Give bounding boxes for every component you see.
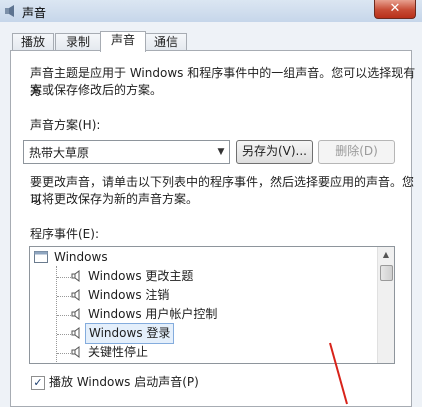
list-item-label: Windows 用户帐户控制 <box>88 307 218 321</box>
speaker-icon <box>71 327 80 339</box>
list-item-label: Windows 更改主题 <box>88 269 194 283</box>
startup-sound-label: 播放 Windows 启动声音(P) <box>49 375 199 389</box>
events-label: 程序事件(E): <box>30 227 99 241</box>
title-bar: 声音 ✕ <box>0 0 422 22</box>
startup-sound-checkbox[interactable]: ✓ <box>31 376 45 390</box>
speaker-icon <box>71 270 80 282</box>
list-item-label: Windows <box>54 250 108 264</box>
tree-branch <box>57 353 71 354</box>
speaker-app-icon <box>5 5 14 17</box>
scroll-up-arrow-icon[interactable]: ▲ <box>378 247 394 263</box>
speaker-icon <box>71 308 80 320</box>
windows-group-icon <box>34 251 48 263</box>
tree-branch <box>57 334 71 335</box>
tree-branch <box>57 296 71 297</box>
speaker-icon <box>71 289 80 301</box>
change-text-2: 以将更改保存为新的声音方案。 <box>30 192 199 206</box>
list-item-label: 关键性停止 <box>88 345 149 359</box>
window-title: 声音 <box>22 6 47 20</box>
scheme-dropdown[interactable]: 热带大草原 ▼ <box>23 140 230 164</box>
list-item-label: Windows 登录 <box>85 323 175 344</box>
close-button[interactable]: ✕ <box>374 0 416 19</box>
tree-branch <box>57 277 71 278</box>
scroll-thumb[interactable] <box>380 265 393 281</box>
dropdown-arrow-icon[interactable]: ▼ <box>213 141 229 163</box>
tab-sounds[interactable]: 声音 <box>100 31 146 52</box>
tab-recording[interactable]: 录制 <box>55 33 101 51</box>
tab-playback[interactable]: 播放 <box>12 33 54 51</box>
tab-communications[interactable]: 通信 <box>145 33 187 51</box>
speaker-icon <box>71 346 80 358</box>
program-events-list[interactable]: Windows Windows 更改主题 Windows 注销 Windows … <box>29 246 395 364</box>
intro-text-2: 案或保存修改后的方案。 <box>30 83 163 97</box>
tree-branch <box>57 315 71 316</box>
list-item-label: Windows 注销 <box>88 288 170 302</box>
scheme-dropdown-value: 热带大草原 <box>29 146 90 160</box>
list-scrollbar[interactable]: ▲ <box>377 247 394 363</box>
scheme-label: 声音方案(H): <box>30 118 101 132</box>
delete-button[interactable]: 删除(D) <box>318 140 395 164</box>
save-as-button[interactable]: 另存为(V)... <box>236 140 313 164</box>
